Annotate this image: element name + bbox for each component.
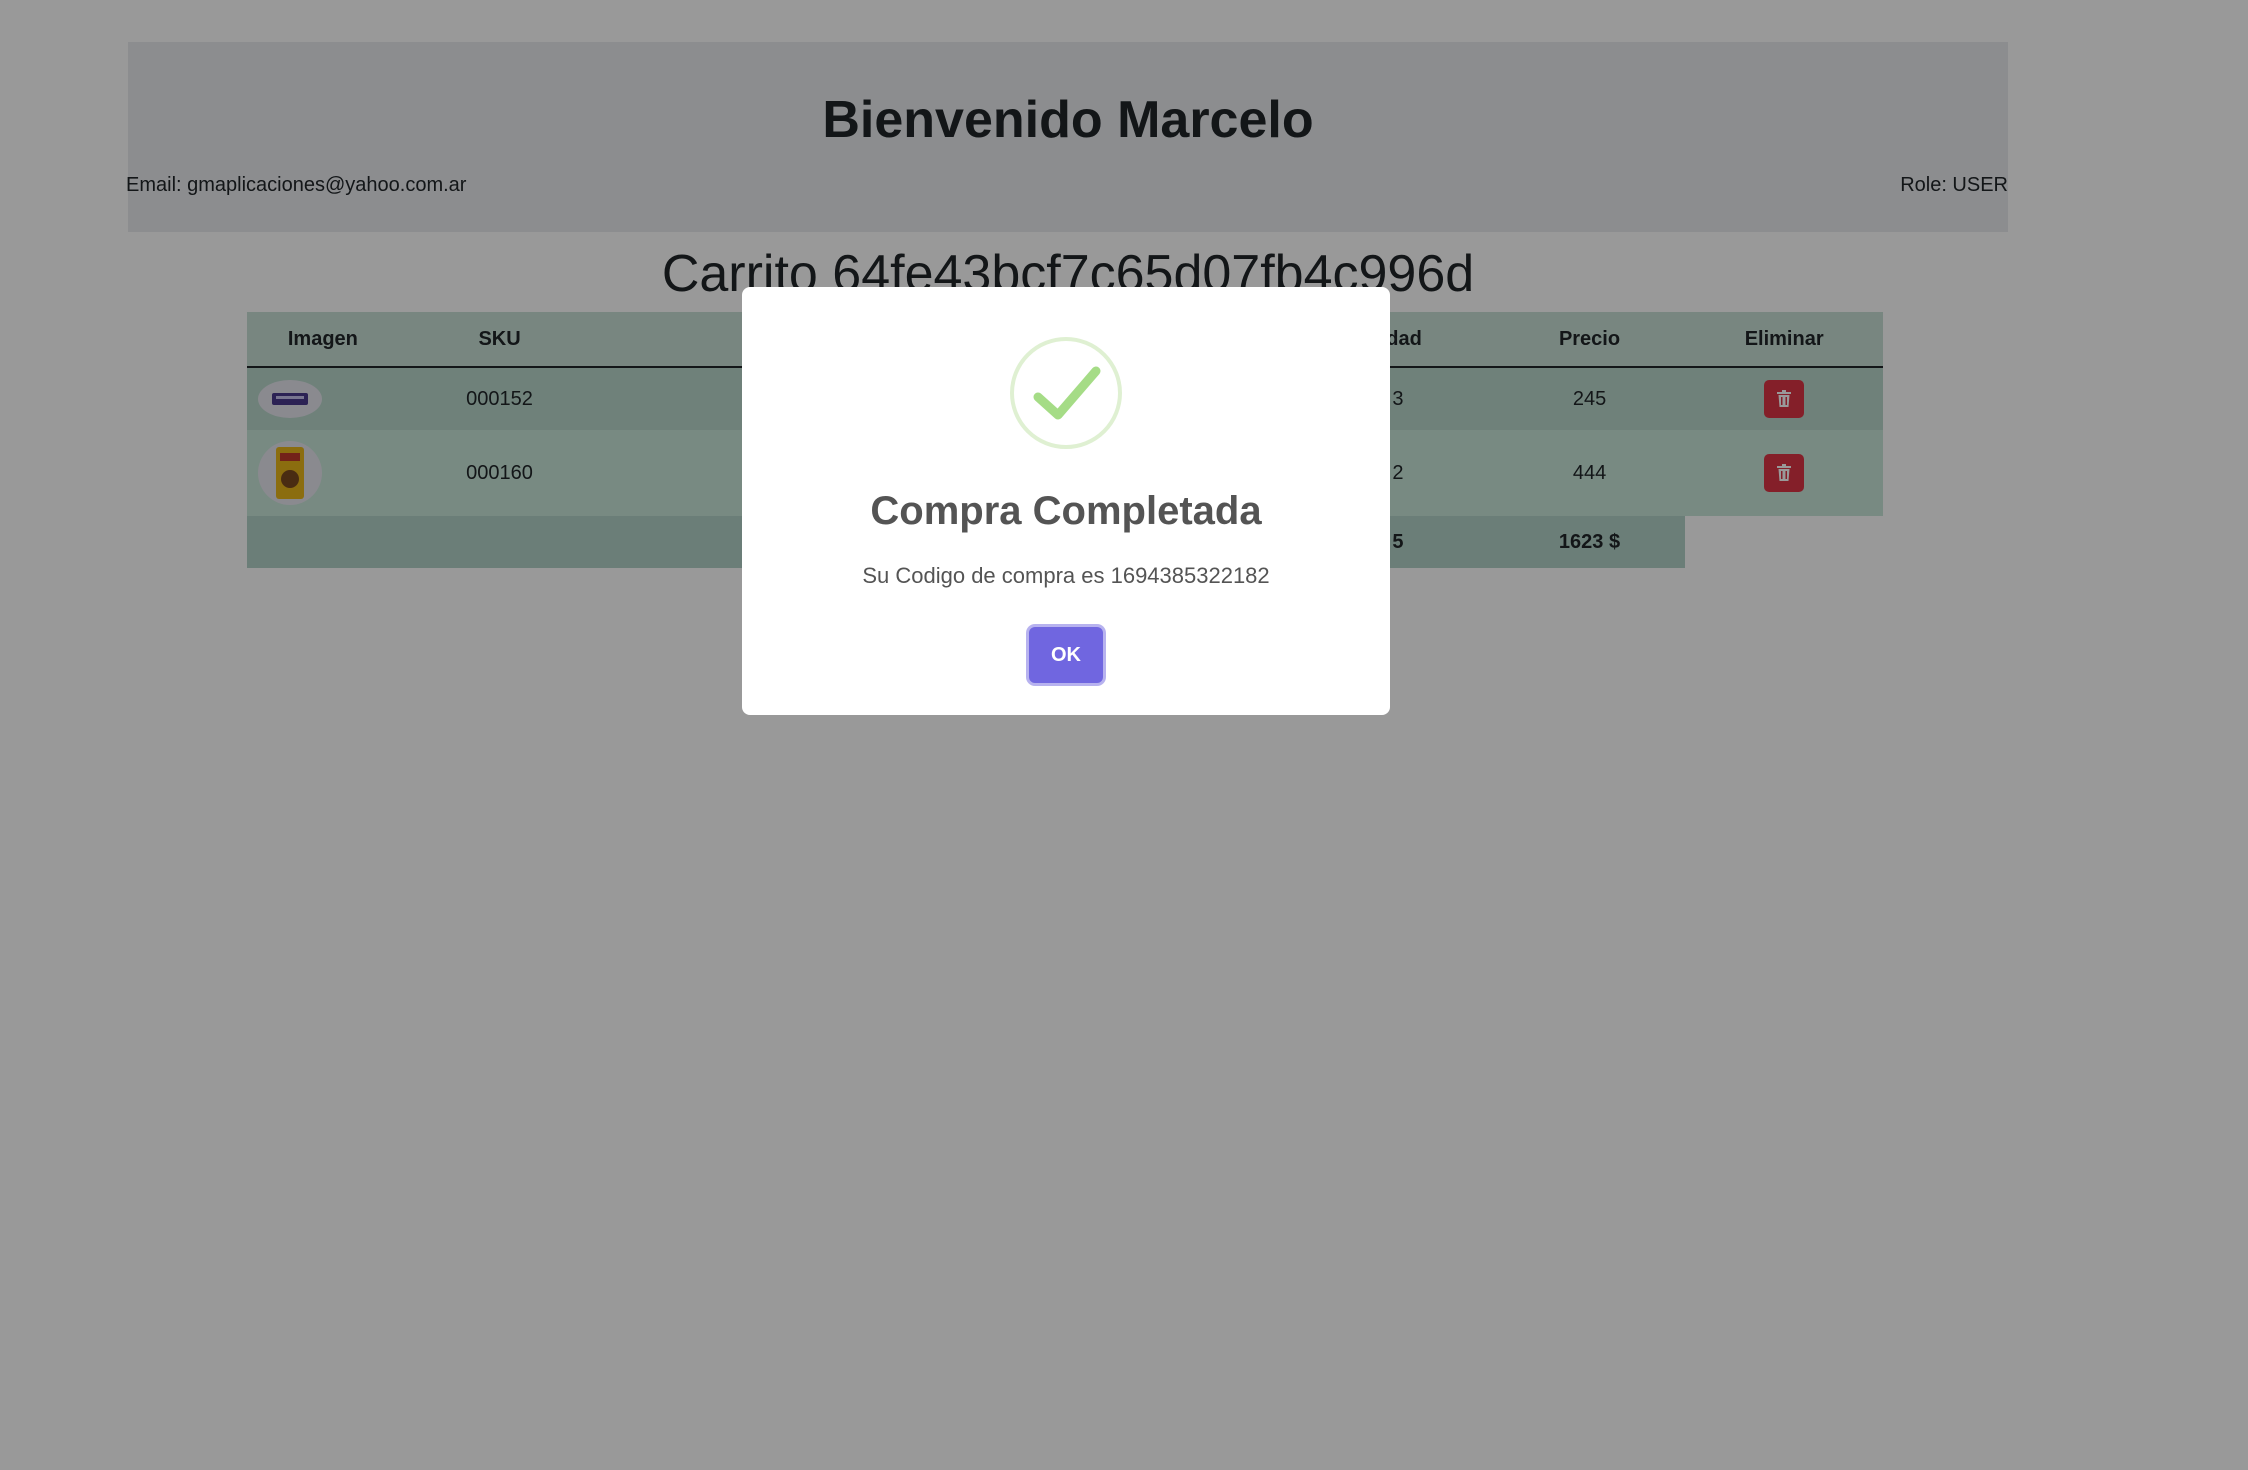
dialog-message: Su Codigo de compra es 1694385322182 xyxy=(862,563,1270,588)
success-check-icon xyxy=(1033,366,1101,420)
success-dialog: Compra Completada Su Codigo de compra es… xyxy=(742,287,1390,715)
dialog-title: Compra Completada xyxy=(870,489,1262,533)
ok-button[interactable]: OK xyxy=(1029,627,1103,683)
modal-backdrop[interactable] xyxy=(0,0,2248,1470)
